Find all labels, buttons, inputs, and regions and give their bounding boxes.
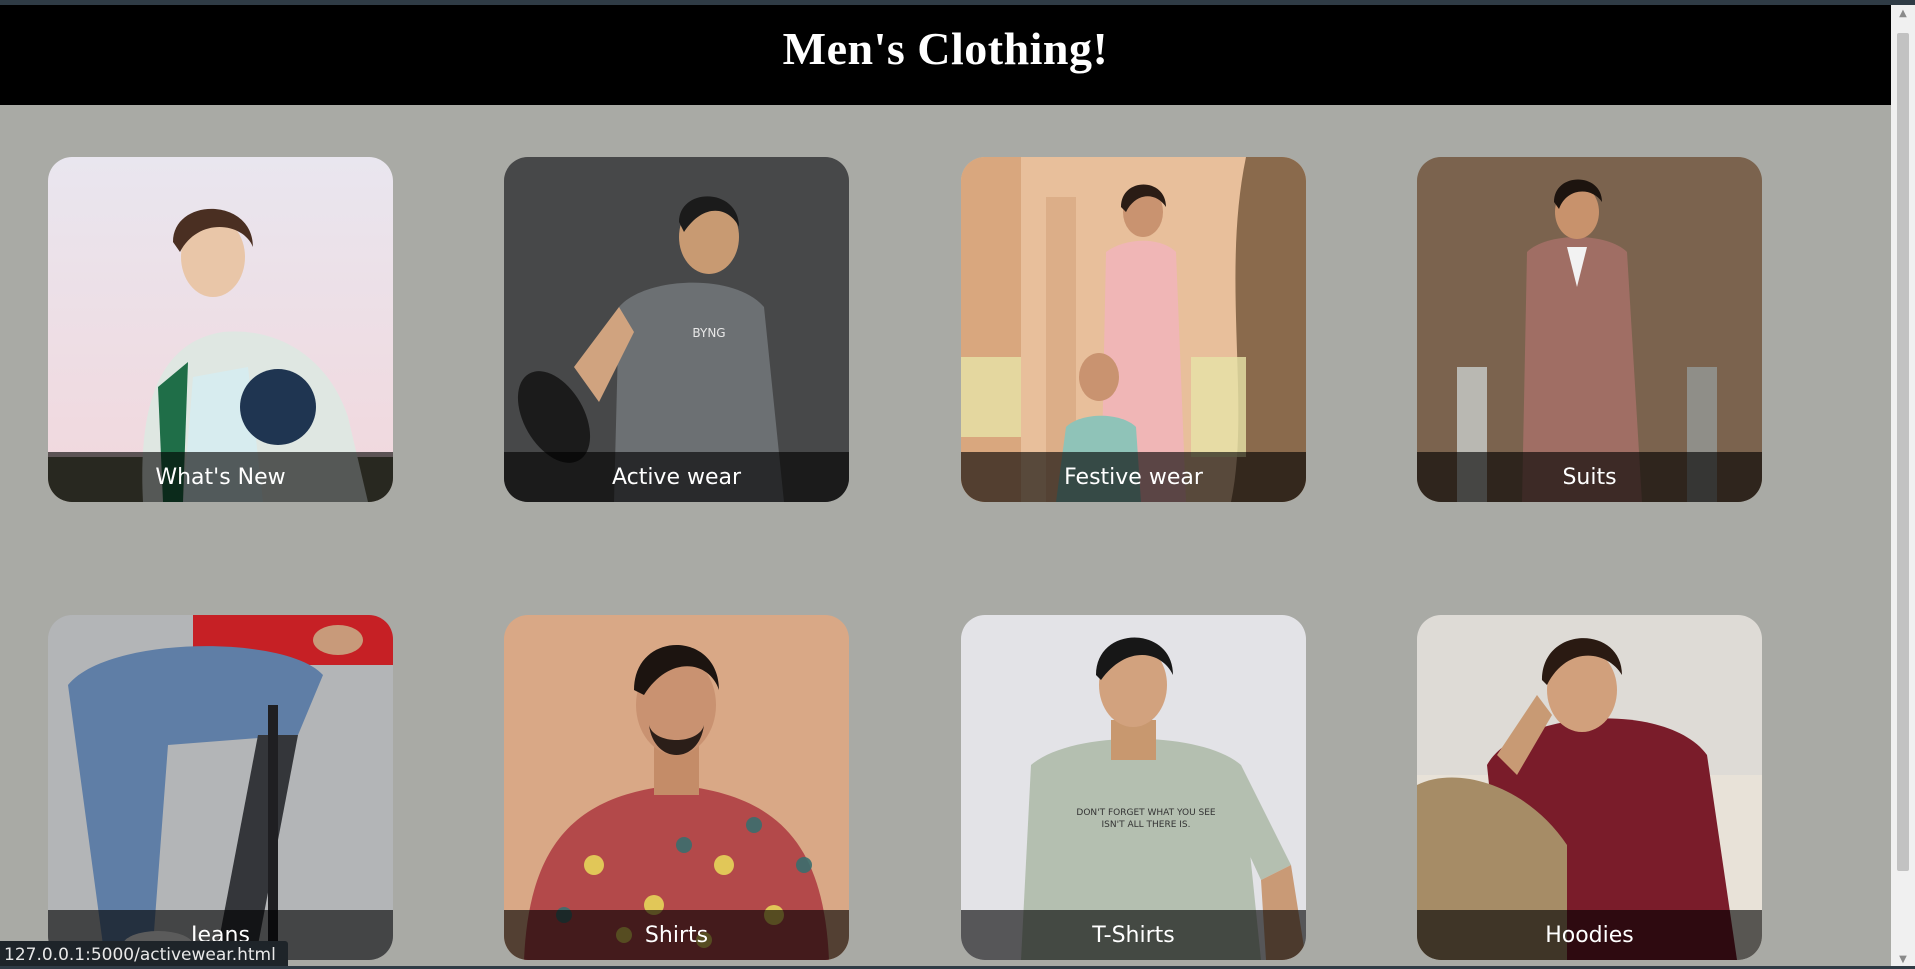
category-card-active-wear[interactable]: BYNG Active wear xyxy=(504,157,849,502)
card-caption: Shirts xyxy=(504,910,849,960)
page-title: Men's Clothing! xyxy=(782,22,1109,74)
category-card-jeans[interactable]: Jeans xyxy=(48,615,393,960)
card-caption: Festive wear xyxy=(961,452,1306,502)
festive-wear-photo xyxy=(961,157,1306,502)
page-header: Men's Clothing! xyxy=(0,5,1891,105)
category-card-t-shirts[interactable]: DON'T FORGET WHAT YOU SEE ISN'T ALL THER… xyxy=(961,615,1306,960)
card-caption: Suits xyxy=(1417,452,1762,502)
card-caption: T-Shirts xyxy=(961,910,1306,960)
card-caption: What's New xyxy=(48,452,393,502)
category-card-hoodies[interactable]: Hoodies xyxy=(1417,615,1762,960)
jeans-photo xyxy=(48,615,393,960)
svg-text:DON'T FORGET WHAT YOU SEE: DON'T FORGET WHAT YOU SEE xyxy=(1076,808,1216,818)
link-status-url: 127.0.0.1:5000/activewear.html xyxy=(0,941,288,969)
whats-new-photo xyxy=(48,157,393,502)
svg-text:BYNG: BYNG xyxy=(692,326,725,340)
t-shirts-photo: DON'T FORGET WHAT YOU SEE ISN'T ALL THER… xyxy=(961,615,1306,960)
svg-text:ISN'T ALL THERE IS.: ISN'T ALL THERE IS. xyxy=(1102,820,1191,830)
shirts-photo xyxy=(504,615,849,960)
category-card-whats-new[interactable]: What's New xyxy=(48,157,393,502)
vertical-scrollbar[interactable]: ▲ ▼ xyxy=(1891,5,1915,969)
card-caption: Hoodies xyxy=(1417,910,1762,960)
hoodies-photo xyxy=(1417,615,1762,960)
scrollbar-thumb[interactable] xyxy=(1897,33,1909,871)
suits-photo xyxy=(1417,157,1762,502)
category-card-shirts[interactable]: Shirts xyxy=(504,615,849,960)
scroll-up-icon[interactable]: ▲ xyxy=(1891,5,1915,23)
category-grid: What's New BYNG Active wear Festive wear… xyxy=(0,105,1891,969)
category-card-suits[interactable]: Suits xyxy=(1417,157,1762,502)
category-card-festive-wear[interactable]: Festive wear xyxy=(961,157,1306,502)
card-caption: Active wear xyxy=(504,452,849,502)
active-wear-photo: BYNG xyxy=(504,157,849,502)
